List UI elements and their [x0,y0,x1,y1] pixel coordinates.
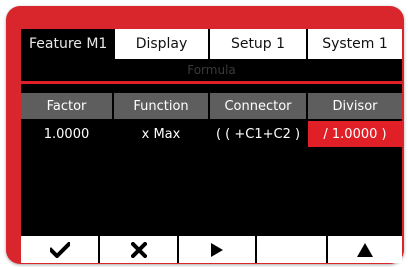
next-button[interactable] [179,236,255,263]
display-screen: Feature M1 Display Setup 1 System 1 Form… [21,29,402,263]
confirm-button[interactable] [21,236,98,263]
table-header: Factor Function Connector Divisor [21,93,402,119]
header-function: Function [114,93,208,119]
cancel-button[interactable] [100,236,177,263]
device-frame: Feature M1 Display Setup 1 System 1 Form… [0,0,408,267]
tab-feature-m1[interactable]: Feature M1 [21,29,113,59]
header-divisor: Divisor [308,93,402,119]
play-icon [210,242,224,257]
check-icon [49,241,70,258]
table-row: 1.0000 x Max ( ( +C1+C2 ) / 1.0000 ) [21,121,402,147]
header-connector: Connector [210,93,306,119]
tab-display[interactable]: Display [115,29,208,59]
up-arrow-icon [357,242,373,257]
close-icon [130,241,147,258]
device-bezel: Feature M1 Display Setup 1 System 1 Form… [6,6,404,264]
function-value[interactable]: x Max [114,121,208,147]
tab-system-1[interactable]: System 1 [308,29,402,59]
formula-title: Formula [187,63,236,77]
tab-setup-1[interactable]: Setup 1 [210,29,306,59]
connector-value[interactable]: ( ( +C1+C2 ) [210,121,306,147]
factor-value[interactable]: 1.0000 [21,121,112,147]
tab-bar: Feature M1 Display Setup 1 System 1 [21,29,402,59]
up-button[interactable] [328,236,402,263]
button-bar [21,234,402,263]
divider [21,81,402,84]
header-factor: Factor [21,93,112,119]
divisor-value[interactable]: / 1.0000 ) [308,121,402,147]
blank-button[interactable] [257,236,326,263]
